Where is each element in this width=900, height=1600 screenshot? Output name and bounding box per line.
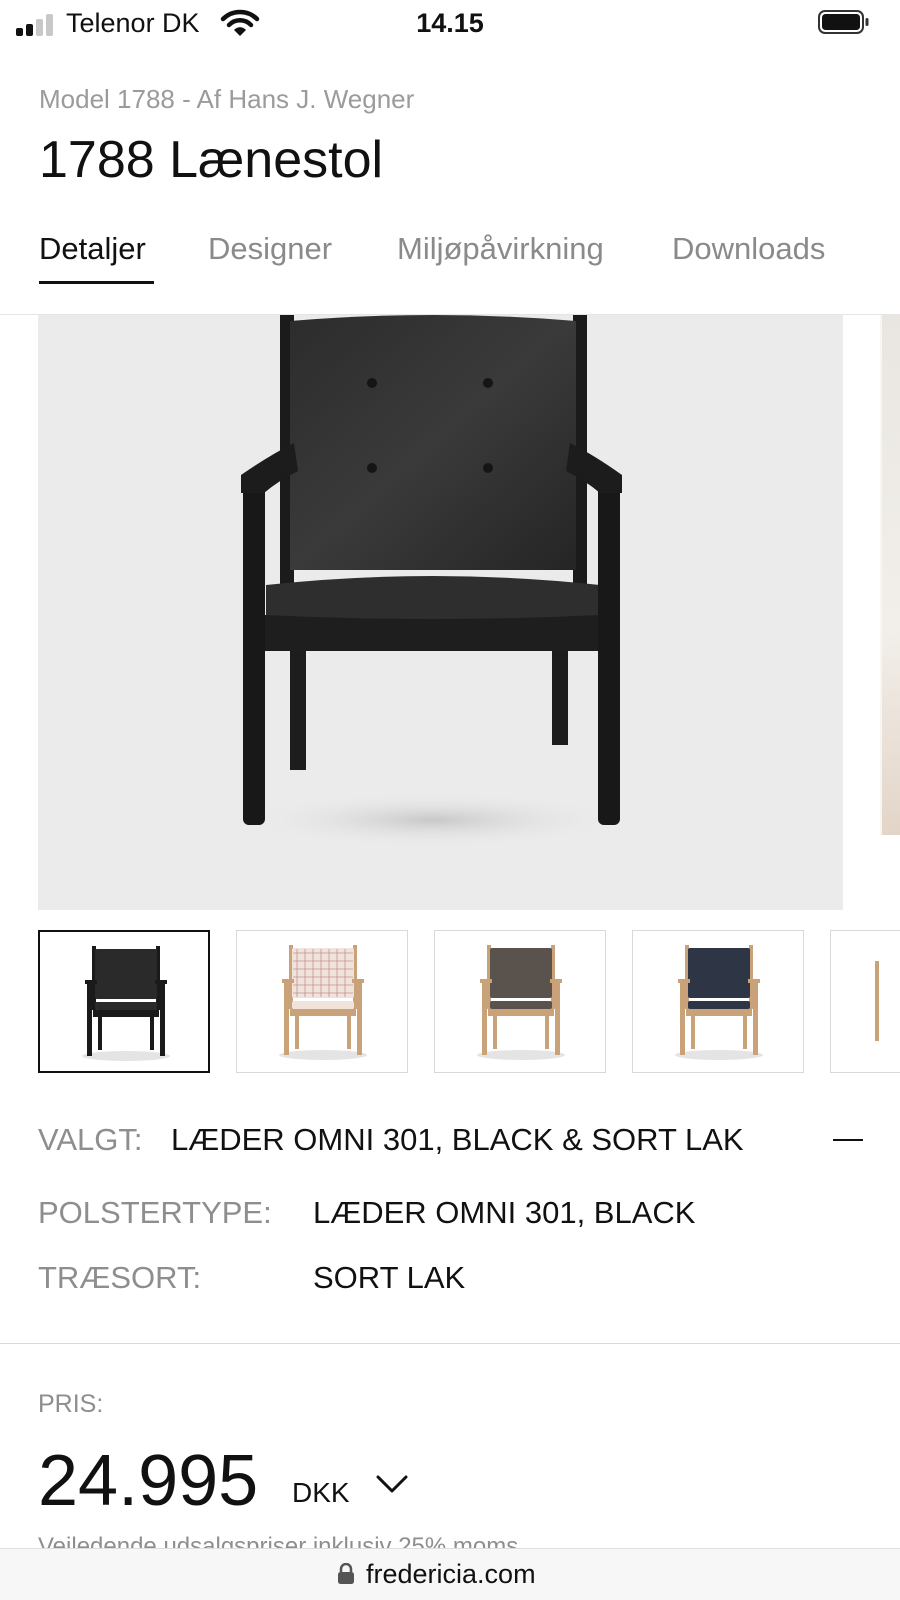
tab-detaljer[interactable]: Detaljer [39,231,146,267]
status-bar: Telenor DK 14.15 [0,0,900,50]
selected-label: VALGT: [38,1122,143,1157]
price-amount: 24.995 [38,1441,259,1521]
grey-fabric-armchair-thumb-icon [477,945,565,1060]
upholstery-label: POLSTERTYPE: [38,1195,272,1230]
battery-icon [818,10,869,34]
browser-url-bar[interactable]: fredericia.com [0,1548,900,1600]
chevron-down-icon[interactable] [374,1472,410,1496]
checked-fabric-armchair-thumb-icon [279,945,367,1060]
clock: 14.15 [416,8,484,38]
thumbnail-5[interactable] [830,930,900,1073]
selected-value: LÆDER OMNI 301, BLACK & SORT LAK [171,1122,744,1157]
product-subtitle: Model 1788 - Af Hans J. Wegner [39,84,415,114]
currency-selector[interactable]: DKK [292,1477,350,1509]
active-tab-indicator [39,281,154,284]
black-leather-armchair-thumb-icon [82,946,170,1061]
tab-downloads[interactable]: Downloads [672,231,825,267]
black-leather-armchair-icon [241,315,623,848]
selected-variant-toggle[interactable]: VALGT: LÆDER OMNI 301, BLACK & SORT LAK [38,1122,868,1162]
thumbnail-2[interactable] [236,930,408,1073]
tab-designer[interactable]: Designer [208,231,332,267]
wood-type-value: SORT LAK [313,1260,466,1295]
price-disclaimer: Vejledende udsalgspriser inklusiv 25% mo… [38,1533,519,1548]
url-text: fredericia.com [366,1559,536,1589]
product-tabs: Detaljer Designer Miljøpåvirkning Downlo… [0,225,900,290]
product-title: 1788 Lænestol [39,131,384,189]
price-divider [0,1343,900,1344]
thumbnail-strip [38,930,900,1075]
thumbnail-3[interactable] [434,930,606,1073]
lock-icon [338,1563,354,1584]
price-label: PRIS: [38,1390,104,1418]
navy-fabric-armchair-thumb-icon [675,945,763,1060]
thumbnail-4[interactable] [632,930,804,1073]
thumbnail-1[interactable] [38,930,210,1073]
upholstery-value: LÆDER OMNI 301, BLACK [313,1195,696,1230]
product-hero-image[interactable] [38,315,843,910]
wood-type-label: TRÆSORT: [38,1260,202,1295]
next-slide-peek[interactable] [880,315,900,835]
collapse-icon[interactable] [833,1139,863,1141]
tab-miljopavirkning[interactable]: Miljøpåvirkning [397,231,604,267]
